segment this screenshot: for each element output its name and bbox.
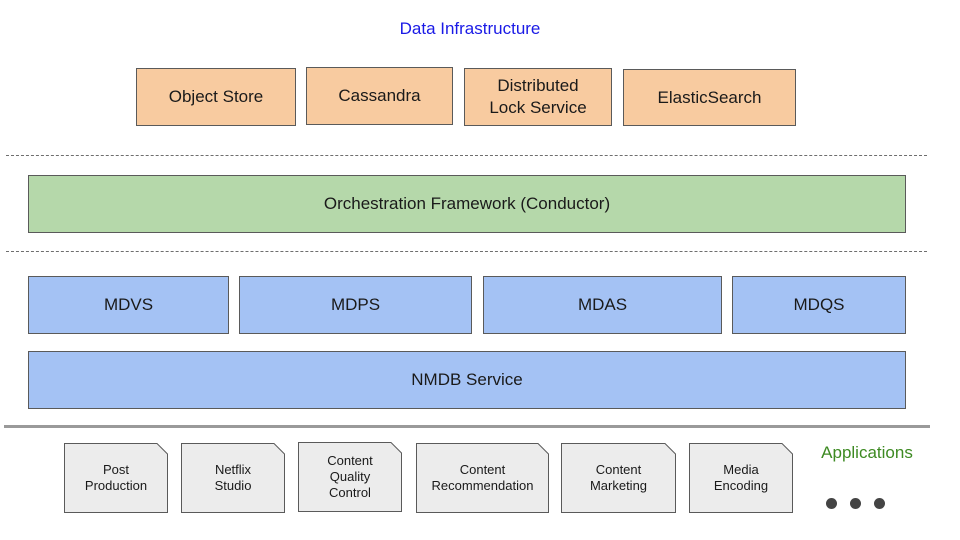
infra-box-label: Cassandra bbox=[338, 86, 421, 105]
infra-box-label: Object Store bbox=[168, 87, 264, 106]
app-card-label: Content Marketing bbox=[589, 462, 648, 493]
service-label: MDVS bbox=[103, 295, 154, 314]
service-label: MDPS bbox=[330, 295, 381, 314]
app-card-content-marketing: Content Marketing bbox=[561, 443, 676, 513]
infra-box-cassandra: Cassandra bbox=[306, 67, 453, 125]
ellipsis-dot bbox=[826, 498, 837, 509]
infra-box-object-store: Object Store bbox=[136, 68, 296, 126]
applications-separator bbox=[4, 425, 930, 428]
layer-divider bbox=[6, 251, 927, 252]
ellipsis-dot bbox=[850, 498, 861, 509]
app-card-post-production: Post Production bbox=[64, 443, 168, 513]
app-card-label: Media Encoding bbox=[713, 462, 769, 493]
app-card-media-encoding: Media Encoding bbox=[689, 443, 793, 513]
app-card-netflix-studio: Netflix Studio bbox=[181, 443, 285, 513]
ellipsis-dot bbox=[874, 498, 885, 509]
service-box-mdqs: MDQS bbox=[732, 276, 906, 334]
app-card-label: Content Quality Control bbox=[327, 453, 373, 500]
service-label: MDQS bbox=[793, 295, 845, 314]
service-label: MDAS bbox=[577, 295, 628, 314]
ellipsis-icon bbox=[826, 498, 886, 510]
infra-box-elasticsearch: ElasticSearch bbox=[623, 69, 796, 126]
app-card-content-quality-control: Content Quality Control bbox=[298, 442, 402, 512]
service-box-mdps: MDPS bbox=[239, 276, 472, 334]
service-box-mdvs: MDVS bbox=[28, 276, 229, 334]
app-card-label: Content Recommendation bbox=[431, 462, 534, 493]
layer-divider bbox=[6, 155, 927, 156]
orchestration-framework-box: Orchestration Framework (Conductor) bbox=[28, 175, 906, 233]
app-card-label: Netflix Studio bbox=[214, 462, 252, 493]
orchestration-label: Orchestration Framework (Conductor) bbox=[323, 194, 611, 213]
infra-box-distributed-lock-service: Distributed Lock Service bbox=[464, 68, 612, 126]
diagram-title: Data Infrastructure bbox=[399, 19, 541, 38]
service-box-mdas: MDAS bbox=[483, 276, 722, 334]
infra-box-label: Distributed Lock Service bbox=[489, 76, 587, 117]
nmdb-service-box: NMDB Service bbox=[28, 351, 906, 409]
nmdb-label: NMDB Service bbox=[411, 370, 523, 389]
app-card-label: Post Production bbox=[84, 462, 148, 493]
applications-label: Applications bbox=[821, 443, 913, 462]
infra-box-label: ElasticSearch bbox=[657, 87, 762, 107]
app-card-content-recommendation: Content Recommendation bbox=[416, 443, 549, 513]
